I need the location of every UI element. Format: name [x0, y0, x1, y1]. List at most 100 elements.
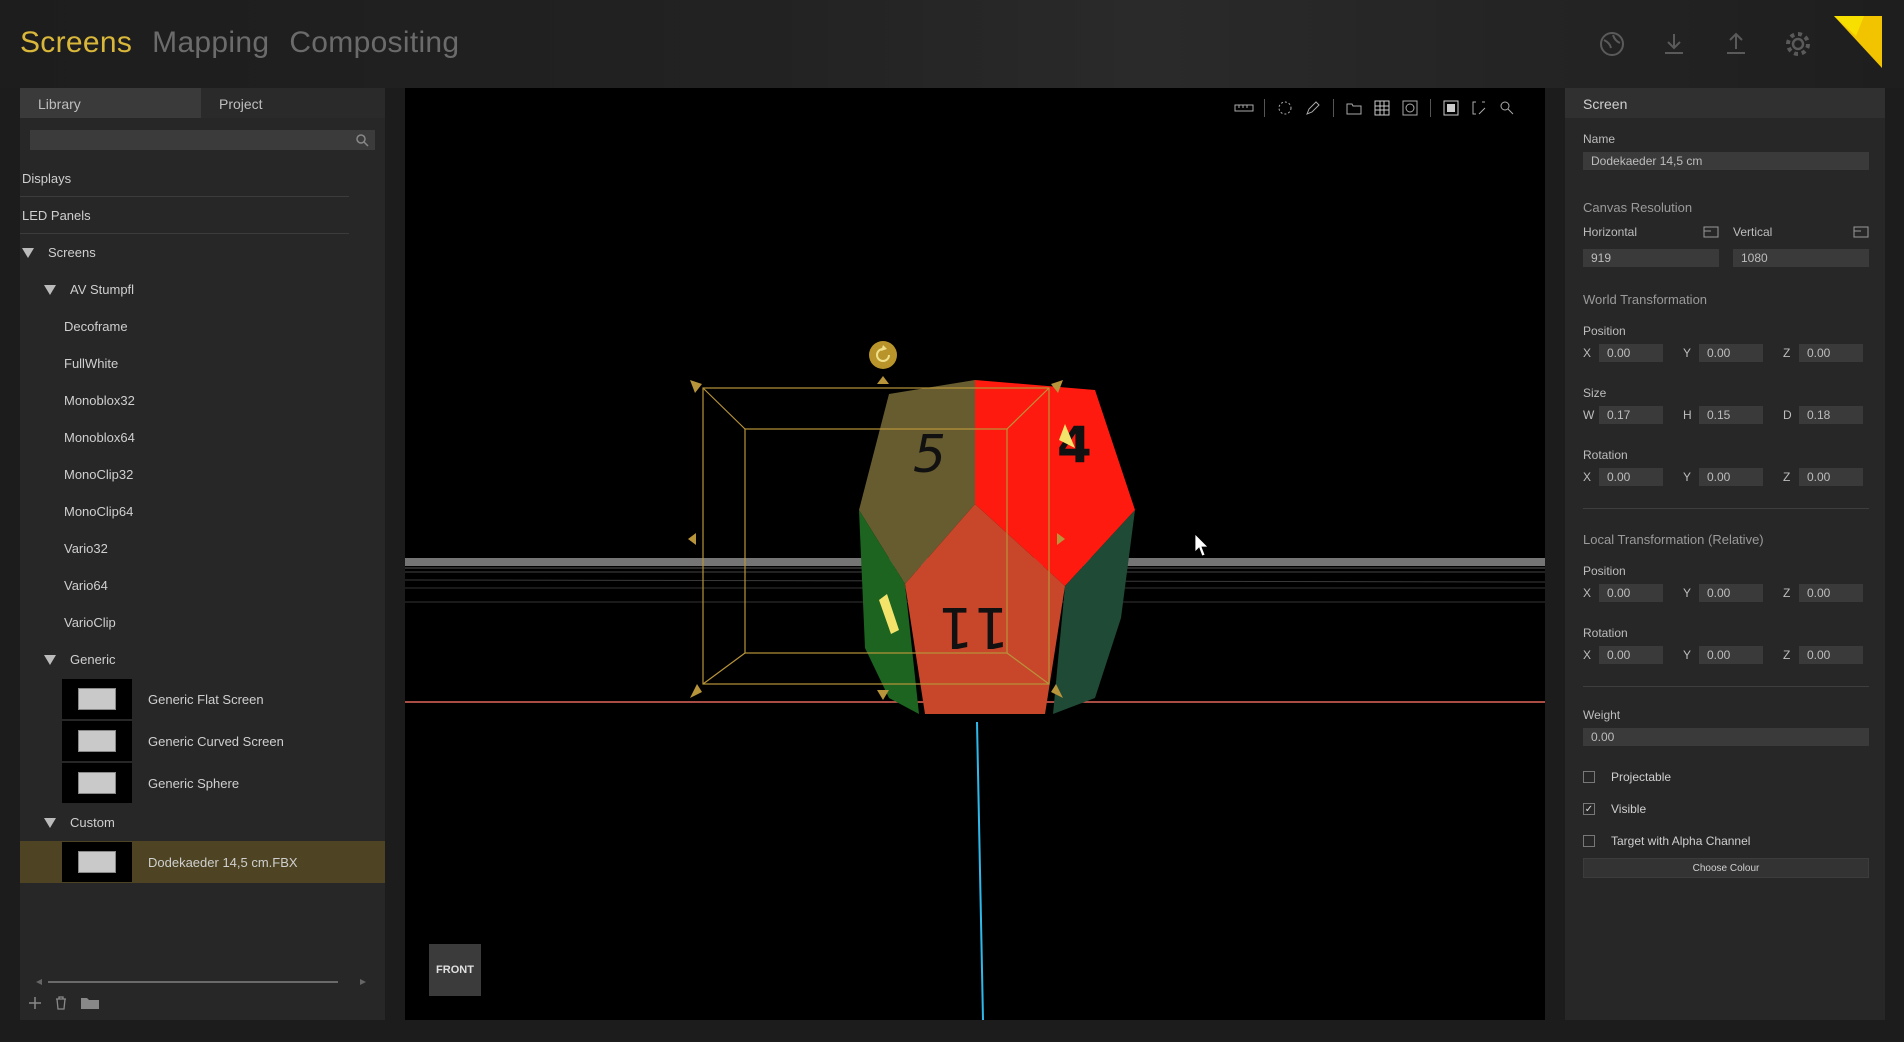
screen-thumbnail [62, 679, 132, 719]
horizontal-scrollbar[interactable] [36, 979, 366, 985]
trash-icon[interactable] [54, 996, 68, 1015]
gear-icon[interactable] [1782, 28, 1814, 60]
tree-item[interactable]: FullWhite [20, 345, 1595, 445]
screen-thumbnail [62, 842, 132, 882]
nav-tab-compositing[interactable]: Compositing [289, 26, 459, 60]
tree-item[interactable]: VarioClip [20, 604, 1595, 704]
world-position-z-field[interactable]: 0.00 [1799, 344, 1863, 362]
upload-icon[interactable] [1720, 28, 1752, 60]
tree-item-screens[interactable]: Screens [20, 234, 385, 271]
layers-icon[interactable] [1344, 98, 1364, 118]
tree-item-led-panels[interactable]: LED Panels [20, 197, 1595, 297]
scrollbar-thumb[interactable] [48, 981, 338, 983]
download-icon[interactable] [1658, 28, 1690, 60]
face-label-4: 4 [1057, 416, 1092, 474]
library-tabs: Library Project [20, 88, 385, 118]
weight-field[interactable]: 0.00 [1583, 728, 1869, 746]
world-rotation-z-field[interactable]: 0.00 [1799, 468, 1863, 486]
tree-item[interactable]: Monoblox32 [20, 382, 1595, 482]
local-rotation-z-field[interactable]: 0.00 [1799, 646, 1863, 664]
local-position-z-field[interactable]: 0.00 [1799, 584, 1863, 602]
list-item-generic-curved-screen[interactable]: Generic Curved Screen [20, 720, 385, 762]
screen-thumbnail [62, 763, 132, 803]
tree-item-generic[interactable]: Generic [20, 641, 385, 678]
nav-tab-mapping[interactable]: Mapping [152, 26, 269, 60]
view-cube-front[interactable]: FRONT [429, 944, 481, 996]
tree-item[interactable]: MonoClip64 [20, 493, 1595, 593]
tree-item[interactable]: Vario32 [20, 530, 1595, 630]
add-icon[interactable] [28, 996, 42, 1015]
horizontal-label: Horizontal [1583, 225, 1638, 239]
screen-thumbnail [62, 721, 132, 761]
checkbox-checked-icon[interactable]: ✓ [1583, 803, 1595, 815]
size-d-field[interactable]: 0.18 [1799, 406, 1863, 424]
tree-item[interactable]: Monoblox64 [20, 419, 1595, 519]
visible-checkbox[interactable]: ✓ Visible [1583, 802, 1869, 816]
local-rotation-x-field[interactable]: 0.00 [1599, 646, 1663, 664]
size-w-field[interactable]: 0.17 [1599, 406, 1663, 424]
world-position-x-field[interactable]: 0.00 [1599, 344, 1663, 362]
globe-icon[interactable] [1596, 28, 1628, 60]
nav-tab-screens[interactable]: Screens [20, 26, 132, 60]
list-item-dodekaeder-selected[interactable]: Dodekaeder 14,5 cm.FBX [20, 841, 385, 883]
library-tree: Displays LED Panels Screens AV Stumpfl D… [20, 160, 1595, 883]
face-label-11: 11 [938, 594, 1009, 659]
fit-bracket-icon[interactable] [1469, 98, 1489, 118]
orbit-icon[interactable] [1275, 98, 1295, 118]
local-position-label: Position [1583, 564, 1626, 578]
vertical-resolution-field[interactable]: 1080 [1733, 249, 1869, 267]
main-nav: Screens Mapping Compositing [20, 26, 459, 60]
library-actions [28, 996, 100, 1015]
tree-item-displays[interactable]: Displays [20, 160, 1595, 260]
list-item-generic-flat-screen[interactable]: Generic Flat Screen [20, 678, 385, 720]
tab-library[interactable]: Library [20, 88, 201, 118]
folder-icon[interactable] [80, 996, 100, 1015]
size-h-field[interactable]: 0.15 [1699, 406, 1763, 424]
monitor-icon[interactable] [1703, 225, 1719, 243]
world-position-y-field[interactable]: 0.00 [1699, 344, 1763, 362]
list-item-generic-sphere[interactable]: Generic Sphere [20, 762, 385, 804]
frame-image-icon[interactable] [1441, 98, 1461, 118]
local-position-x-field[interactable]: 0.00 [1599, 584, 1663, 602]
search-icon[interactable] [355, 133, 369, 152]
tree-item-av-stumpfl[interactable]: AV Stumpfl [20, 271, 385, 308]
zoom-icon[interactable] [1497, 98, 1517, 118]
world-rotation-y-field[interactable]: 0.00 [1699, 468, 1763, 486]
world-rotation-x-field[interactable]: 0.00 [1599, 468, 1663, 486]
tree-item[interactable]: Decoframe [20, 308, 1595, 408]
3d-scene[interactable]: 5 4 11 [405, 88, 1545, 1020]
grid-icon[interactable] [1372, 98, 1392, 118]
world-size-label: Size [1583, 386, 1607, 400]
library-search-input[interactable] [30, 130, 375, 150]
ruler-icon[interactable] [1234, 98, 1254, 118]
collapse-down-icon[interactable] [44, 284, 56, 295]
checkbox-unchecked-icon[interactable] [1583, 835, 1595, 847]
tree-item[interactable]: Vario64 [20, 567, 1595, 667]
local-position-y-field[interactable]: 0.00 [1699, 584, 1763, 602]
tree-item[interactable]: MonoClip32 [20, 456, 1595, 556]
choose-colour-button[interactable]: Choose Colour [1583, 858, 1869, 878]
app-logo-icon [1834, 16, 1884, 68]
collapse-down-icon[interactable] [22, 247, 34, 258]
tab-project[interactable]: Project [201, 88, 385, 118]
local-rotation-label: Rotation [1583, 626, 1628, 640]
checkbox-unchecked-icon[interactable] [1583, 771, 1595, 783]
properties-panel: Screen Name Dodekaeder 14,5 cm Canvas Re… [1565, 88, 1885, 1020]
pencil-icon[interactable] [1303, 98, 1323, 118]
alpha-channel-checkbox[interactable]: Target with Alpha Channel [1583, 834, 1869, 848]
horizontal-resolution-field[interactable]: 919 [1583, 249, 1719, 267]
name-field[interactable]: Dodekaeder 14,5 cm [1583, 152, 1869, 170]
divider [1583, 686, 1869, 687]
local-rotation-y-field[interactable]: 0.00 [1699, 646, 1763, 664]
collapse-down-icon[interactable] [44, 654, 56, 665]
tree-item-custom[interactable]: Custom [20, 804, 385, 841]
target-box-icon[interactable] [1400, 98, 1420, 118]
world-transformation-heading: World Transformation [1583, 292, 1708, 307]
3d-viewport[interactable]: 5 4 11 FRONT [405, 88, 1545, 1020]
monitor-icon[interactable] [1853, 225, 1869, 243]
name-label: Name [1583, 132, 1616, 146]
projectable-checkbox[interactable]: Projectable [1583, 770, 1869, 784]
local-transformation-heading: Local Transformation (Relative) [1583, 532, 1764, 547]
top-toolbar [1596, 28, 1814, 60]
collapse-down-icon[interactable] [44, 817, 56, 828]
